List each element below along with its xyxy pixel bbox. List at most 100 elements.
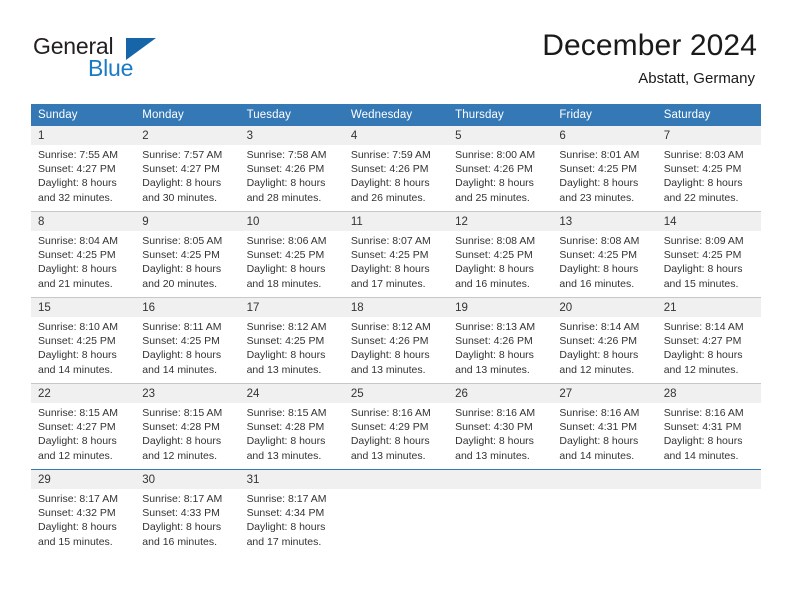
sunrise-text: Sunrise: 8:17 AM: [246, 493, 327, 505]
sunset-text: Sunset: 4:26 PM: [350, 163, 429, 176]
week-info-row: Sunrise: 8:10 AM Sunset: 4:25 PM Dayligh…: [31, 317, 761, 384]
day-number: 10: [239, 211, 344, 231]
sunrise-text: Sunrise: 8:00 AM: [455, 149, 536, 161]
week-info-row: Sunrise: 8:17 AM Sunset: 4:32 PM Dayligh…: [31, 489, 761, 555]
daylight-text-line1: Daylight: 8 hours: [38, 435, 117, 448]
sunset-text: Sunset: 4:25 PM: [663, 163, 742, 176]
daylight-text-line2: and 12 minutes.: [663, 363, 739, 376]
weekday-header-thursday: Thursday: [448, 104, 553, 126]
sunrise-text: Sunrise: 8:13 AM: [455, 321, 536, 333]
sunrise-text: Sunrise: 8:07 AM: [350, 235, 431, 247]
sunrise-text: Sunrise: 8:03 AM: [663, 149, 744, 161]
daylight-text-line2: and 22 minutes.: [663, 191, 739, 204]
daylight-text-line2: and 21 minutes.: [38, 277, 113, 290]
page-header: General Blue December 2024 Abstatt, Germ…: [0, 0, 792, 100]
day-cell: Sunrise: 7:59 AM Sunset: 4:26 PM Dayligh…: [343, 145, 449, 212]
daylight-text-line1: Daylight: 8 hours: [246, 435, 326, 448]
sunset-text: Sunset: 4:30 PM: [455, 421, 533, 434]
week-info-row: Sunrise: 7:55 AM Sunset: 4:27 PM Dayligh…: [31, 145, 761, 212]
day-cell-empty: [656, 489, 761, 555]
daylight-text-line1: Daylight: 8 hours: [663, 177, 743, 190]
day-cell-empty: [448, 489, 553, 555]
day-number: 20: [552, 297, 657, 317]
day-number: [343, 469, 449, 489]
calendar-table: Sunday Monday Tuesday Wednesday Thursday…: [31, 104, 761, 555]
sunset-text: Sunset: 4:25 PM: [246, 335, 325, 348]
sunset-text: Sunset: 4:26 PM: [455, 335, 533, 348]
week-number-row: 8 9 10 11 12 13 14: [31, 211, 761, 231]
daylight-text-line1: Daylight: 8 hours: [38, 521, 117, 534]
sunset-text: Sunset: 4:28 PM: [246, 421, 325, 434]
weekday-header-tuesday: Tuesday: [239, 104, 344, 126]
day-cell: Sunrise: 8:17 AM Sunset: 4:34 PM Dayligh…: [239, 489, 344, 555]
day-cell-empty: [343, 489, 449, 555]
sunset-text: Sunset: 4:25 PM: [38, 335, 116, 348]
sunrise-text: Sunrise: 8:15 AM: [38, 407, 118, 419]
daylight-text-line1: Daylight: 8 hours: [455, 349, 534, 362]
daylight-text-line2: and 13 minutes.: [455, 449, 530, 462]
day-number: 15: [31, 297, 136, 317]
day-number: 17: [239, 297, 344, 317]
sunset-text: Sunset: 4:31 PM: [663, 421, 742, 434]
calendar-header-row: Sunday Monday Tuesday Wednesday Thursday…: [31, 104, 761, 126]
day-number: 16: [135, 297, 240, 317]
sunrise-text: Sunrise: 7:59 AM: [350, 149, 431, 161]
daylight-text-line1: Daylight: 8 hours: [246, 521, 326, 534]
day-cell: Sunrise: 8:07 AM Sunset: 4:25 PM Dayligh…: [343, 231, 449, 298]
sunset-text: Sunset: 4:26 PM: [455, 163, 533, 176]
sunrise-text: Sunrise: 8:01 AM: [559, 149, 640, 161]
sunrise-text: Sunrise: 8:15 AM: [246, 407, 327, 419]
day-cell: Sunrise: 7:58 AM Sunset: 4:26 PM Dayligh…: [239, 145, 344, 212]
day-number: 12: [448, 211, 553, 231]
sunset-text: Sunset: 4:26 PM: [350, 335, 429, 348]
sunset-text: Sunset: 4:25 PM: [38, 249, 116, 262]
daylight-text-line1: Daylight: 8 hours: [142, 177, 222, 190]
day-cell: Sunrise: 8:06 AM Sunset: 4:25 PM Dayligh…: [239, 231, 344, 298]
daylight-text-line1: Daylight: 8 hours: [559, 435, 639, 448]
sunrise-text: Sunrise: 8:17 AM: [38, 493, 118, 505]
daylight-text-line2: and 13 minutes.: [246, 363, 322, 376]
week-number-row: 15 16 17 18 19 20 21: [31, 297, 761, 317]
sunset-text: Sunset: 4:28 PM: [142, 421, 220, 434]
day-cell: Sunrise: 7:55 AM Sunset: 4:27 PM Dayligh…: [31, 145, 136, 212]
daylight-text-line1: Daylight: 8 hours: [38, 349, 117, 362]
day-cell: Sunrise: 8:11 AM Sunset: 4:25 PM Dayligh…: [135, 317, 240, 384]
sunrise-text: Sunrise: 8:04 AM: [38, 235, 118, 247]
sunset-text: Sunset: 4:27 PM: [38, 421, 116, 434]
daylight-text-line2: and 12 minutes.: [38, 449, 113, 462]
day-cell: Sunrise: 8:09 AM Sunset: 4:25 PM Dayligh…: [656, 231, 761, 298]
day-cell: Sunrise: 8:17 AM Sunset: 4:33 PM Dayligh…: [135, 489, 240, 555]
day-number: 9: [135, 211, 240, 231]
weekday-header-sunday: Sunday: [31, 104, 136, 126]
sunrise-text: Sunrise: 8:11 AM: [142, 321, 222, 333]
day-number: 3: [239, 126, 344, 145]
sunset-text: Sunset: 4:27 PM: [663, 335, 742, 348]
sunset-text: Sunset: 4:27 PM: [38, 163, 116, 176]
sunset-text: Sunset: 4:25 PM: [142, 249, 220, 262]
sunset-text: Sunset: 4:25 PM: [350, 249, 429, 262]
daylight-text-line2: and 26 minutes.: [350, 191, 426, 204]
sunrise-text: Sunrise: 7:57 AM: [142, 149, 223, 161]
daylight-text-line1: Daylight: 8 hours: [142, 349, 222, 362]
day-cell: Sunrise: 7:57 AM Sunset: 4:27 PM Dayligh…: [135, 145, 240, 212]
daylight-text-line2: and 15 minutes.: [38, 535, 113, 548]
daylight-text-line1: Daylight: 8 hours: [350, 177, 430, 190]
day-number: [448, 469, 553, 489]
day-cell: Sunrise: 8:08 AM Sunset: 4:25 PM Dayligh…: [448, 231, 553, 298]
daylight-text-line2: and 13 minutes.: [455, 363, 530, 376]
daylight-text-line1: Daylight: 8 hours: [455, 435, 534, 448]
day-number: 7: [656, 126, 761, 145]
sunrise-text: Sunrise: 8:09 AM: [663, 235, 744, 247]
sunrise-text: Sunrise: 8:15 AM: [142, 407, 223, 419]
weekday-header-wednesday: Wednesday: [343, 104, 449, 126]
day-cell: Sunrise: 8:10 AM Sunset: 4:25 PM Dayligh…: [31, 317, 136, 384]
day-number: 21: [656, 297, 761, 317]
sunrise-text: Sunrise: 8:16 AM: [350, 407, 431, 419]
sunrise-text: Sunrise: 8:16 AM: [663, 407, 744, 419]
calendar-grid: Sunday Monday Tuesday Wednesday Thursday…: [31, 104, 761, 555]
sunrise-text: Sunrise: 8:16 AM: [455, 407, 536, 419]
daylight-text-line2: and 17 minutes.: [350, 277, 426, 290]
daylight-text-line1: Daylight: 8 hours: [246, 349, 326, 362]
day-cell: Sunrise: 8:05 AM Sunset: 4:25 PM Dayligh…: [135, 231, 240, 298]
daylight-text-line1: Daylight: 8 hours: [246, 177, 326, 190]
